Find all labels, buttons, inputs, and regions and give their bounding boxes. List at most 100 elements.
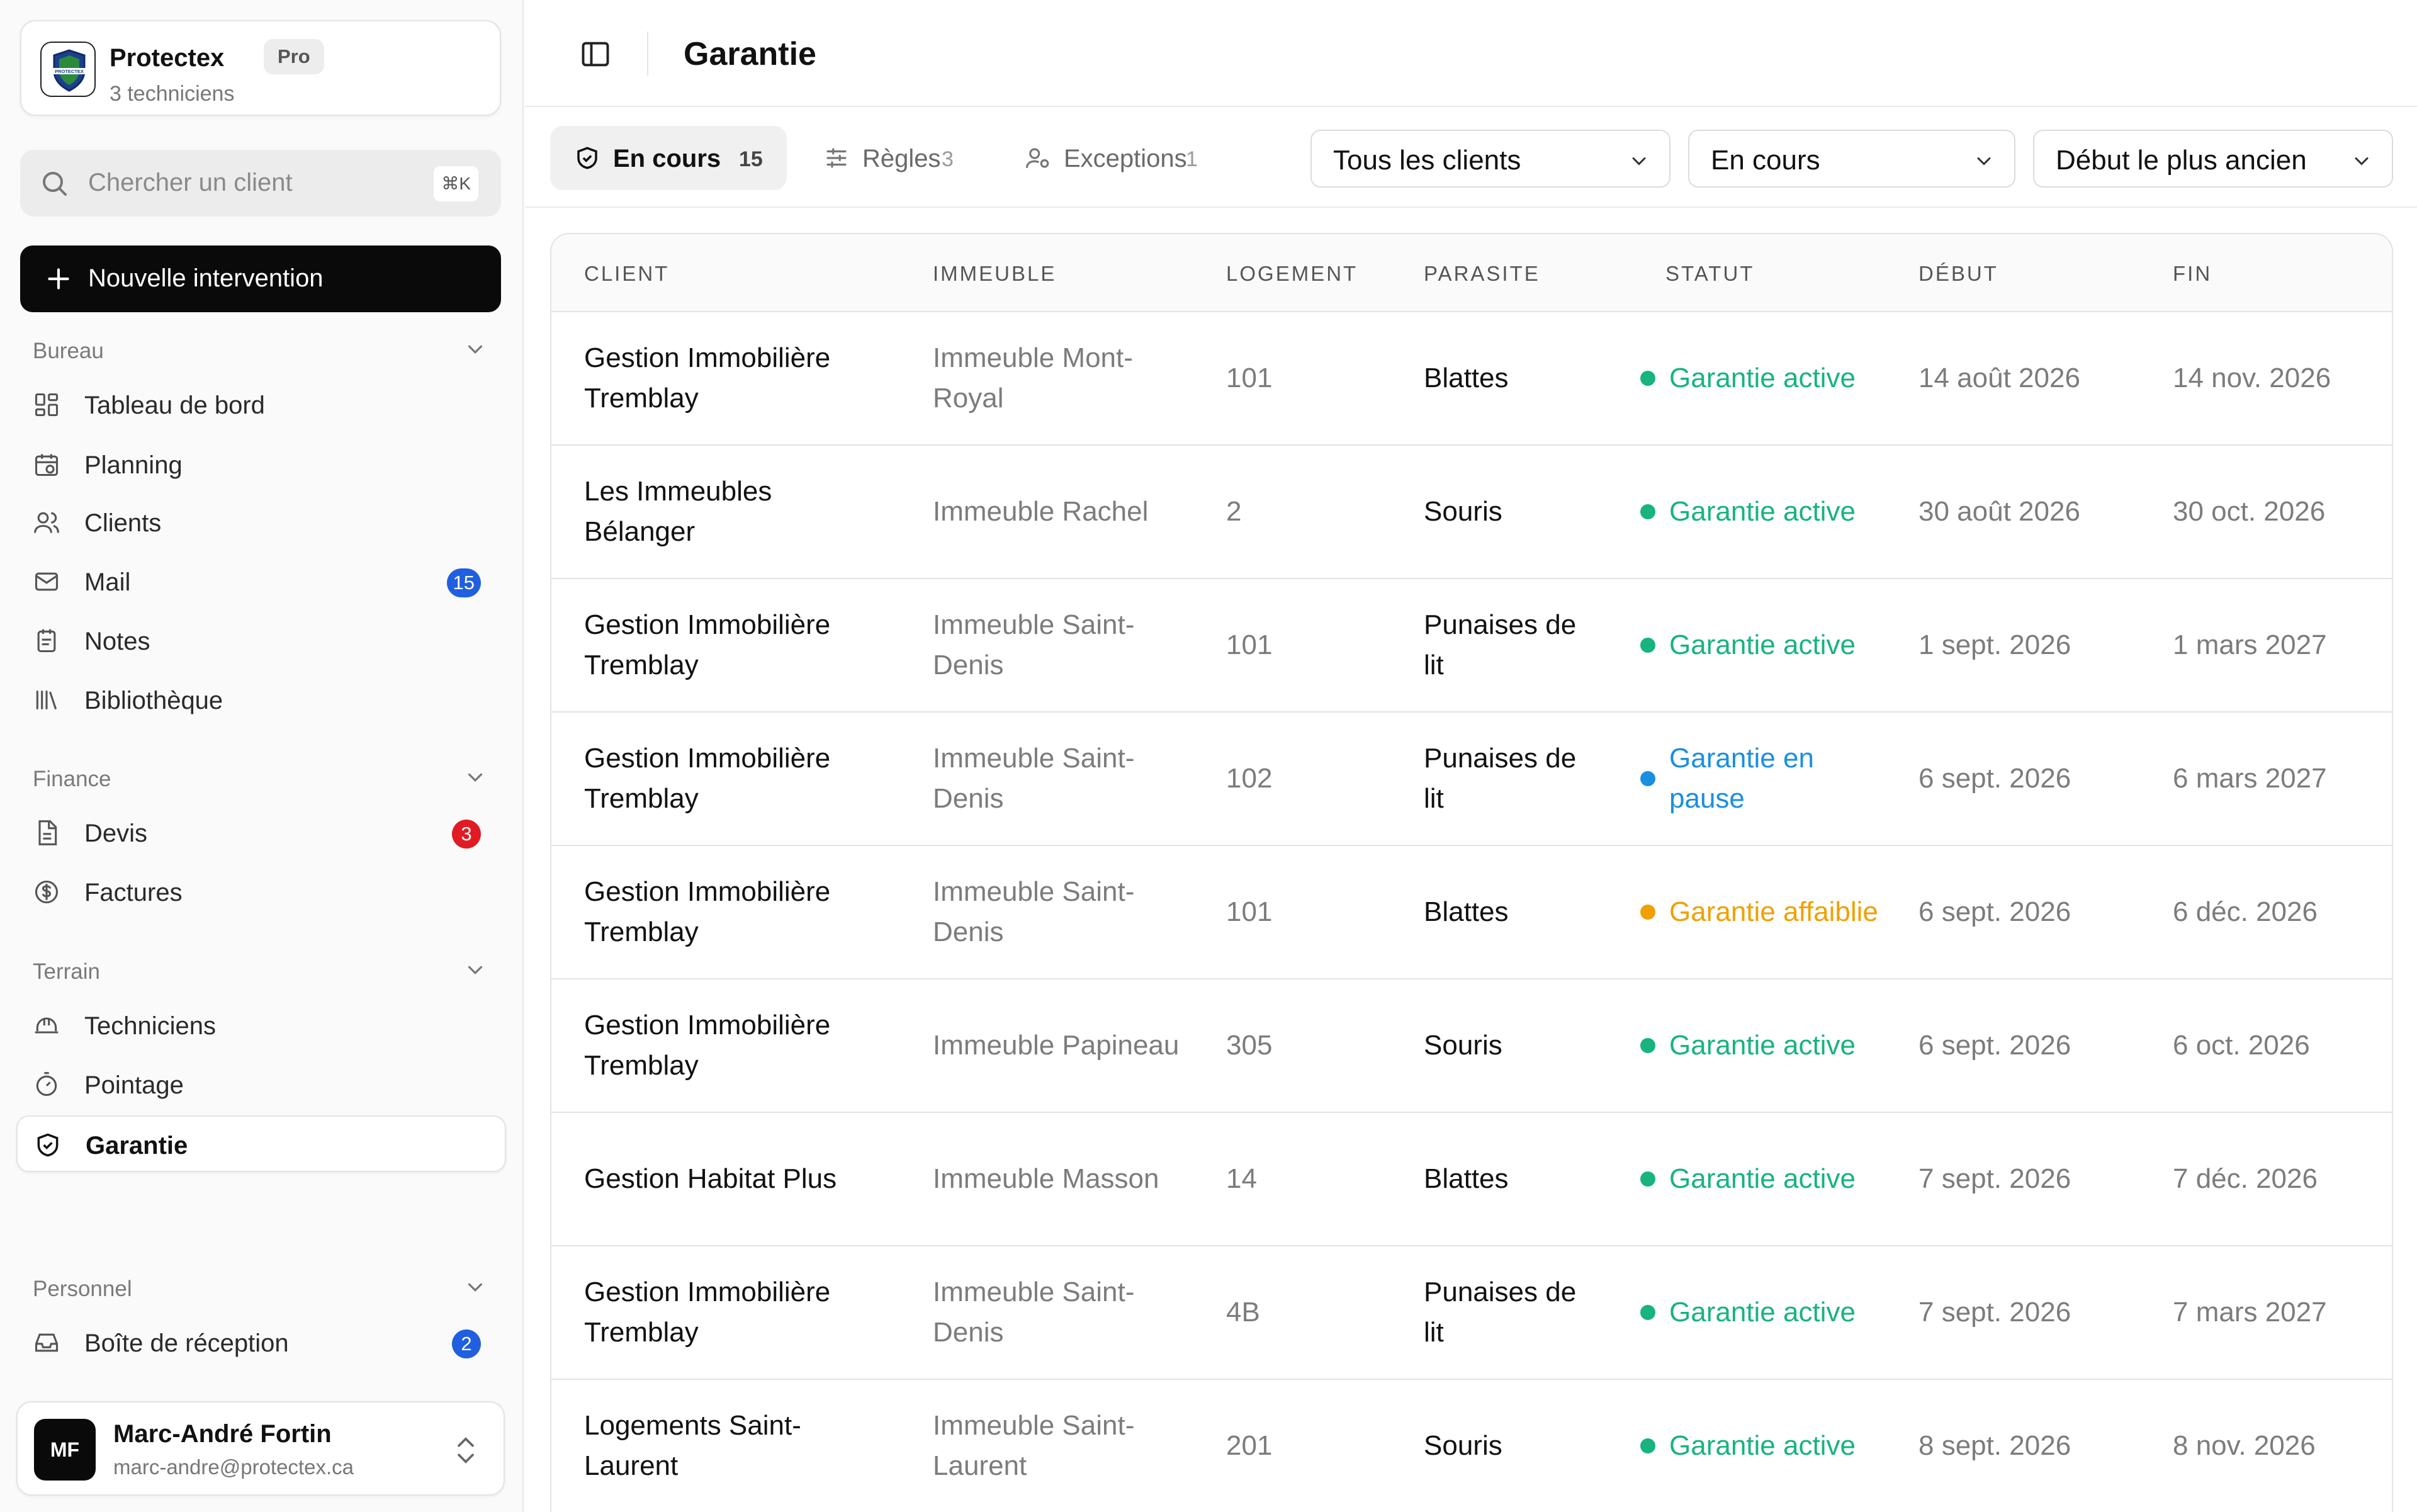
chevron-down-icon[interactable]: [463, 1275, 487, 1302]
client-cell: Logements Saint-Laurent: [584, 1380, 886, 1512]
client-cell-text: Les Immeubles Bélanger: [584, 476, 772, 547]
column-header[interactable]: LOGEMENT: [1226, 262, 1358, 286]
client-cell-text: Gestion Immobilière Tremblay: [584, 342, 831, 414]
sidebar-item-label: Mail: [84, 568, 131, 596]
chevron-down-icon: [1973, 150, 1995, 176]
building-cell-text: Immeuble Saint-Denis: [933, 1277, 1135, 1348]
sidebar-item-label: Factures: [84, 879, 183, 906]
sidebar-item-mail[interactable]: Mail 15: [16, 553, 506, 610]
table-row[interactable]: Gestion Immobilière Tremblay Immeuble Sai…: [551, 579, 2392, 713]
org-subtitle: 3 techniciens: [110, 82, 235, 106]
table-row[interactable]: Gestion Immobilière Tremblay Immeuble Sai…: [551, 713, 2392, 846]
table-row[interactable]: Gestion Immobilière Tremblay Immeuble Mon…: [551, 312, 2392, 446]
sidebar-item-clients[interactable]: Clients: [16, 494, 506, 551]
pest-cell: Blattes: [1424, 846, 1587, 978]
tab-exceptions[interactable]: Exceptions 1: [1001, 126, 1215, 190]
building-cell-text: Immeuble Mont-Royal: [933, 342, 1133, 414]
end-date-cell-text: 6 oct. 2026: [2173, 1030, 2310, 1061]
sidebar-item-notes[interactable]: Notes: [16, 612, 506, 669]
building-cell-text: Immeuble Masson: [933, 1163, 1159, 1194]
tab-count: 3: [942, 147, 954, 171]
user-settings-icon: [1025, 145, 1051, 174]
mail-count-badge: 15: [446, 568, 481, 597]
unit-cell: 14: [1226, 1113, 1352, 1245]
unit-cell: 201: [1226, 1380, 1352, 1512]
status-cell: Garantie active: [1640, 1113, 1879, 1245]
pest-cell: Blattes: [1424, 312, 1587, 444]
pest-cell: Souris: [1424, 979, 1587, 1112]
table-row[interactable]: Gestion Immobilière Tremblay Immeuble Sai…: [551, 1246, 2392, 1380]
client-search[interactable]: ⌘K: [20, 150, 501, 217]
column-header[interactable]: DÉBUT: [1918, 262, 1998, 286]
sidebar-item-planning[interactable]: Planning: [16, 436, 506, 493]
start-date-cell: 1 sept. 2026: [1918, 579, 2145, 711]
dollar-circle-icon: [33, 878, 60, 906]
sidebar-toggle-icon[interactable]: [579, 38, 612, 74]
sidebar-item-invoices[interactable]: Factures: [16, 864, 506, 920]
status-dot: [1640, 371, 1655, 386]
column-header[interactable]: PARASITE: [1424, 262, 1540, 286]
status-text: Garantie active: [1669, 1430, 1856, 1461]
sidebar-item-library[interactable]: Bibliothèque: [16, 672, 506, 728]
column-header[interactable]: STATUT: [1665, 262, 1754, 286]
status-text: Garantie active: [1669, 1030, 1856, 1061]
sort-select[interactable]: Début le plus ancien: [2033, 130, 2393, 188]
pest-cell-text: Souris: [1424, 1430, 1502, 1461]
table-row[interactable]: Logements Saint-Laurent Immeuble Saint-La…: [551, 1380, 2392, 1512]
unit-cell: 2: [1226, 446, 1352, 578]
unit-cell-text: 101: [1226, 896, 1273, 927]
table-row[interactable]: Les Immeubles Bélanger Immeuble Rachel 2 So…: [551, 446, 2392, 579]
chevron-down-icon[interactable]: [463, 337, 487, 364]
start-date-cell-text: 6 sept. 2026: [1918, 896, 2071, 927]
chevron-down-icon[interactable]: [463, 765, 487, 793]
table-header: CLIENT IMMEUBLE LOGEMENT PARASITE STATUT…: [551, 234, 2392, 312]
unit-cell-text: 101: [1226, 363, 1273, 393]
tab-bar: En cours 15 Règles 3 Exceptions 1 Tous l…: [525, 107, 2417, 208]
unit-cell-text: 201: [1226, 1430, 1273, 1461]
main-content: Garantie En cours 15 Règles 3 Exceptions…: [525, 0, 2417, 1512]
sidebar-item-inbox[interactable]: Boîte de réception 2: [16, 1314, 506, 1371]
tab-en-cours[interactable]: En cours 15: [550, 126, 787, 190]
search-input[interactable]: [88, 164, 415, 201]
column-header[interactable]: CLIENT: [584, 262, 669, 286]
table-row[interactable]: Gestion Habitat Plus Immeuble Masson 14 Bla…: [551, 1113, 2392, 1246]
unit-cell: 101: [1226, 579, 1352, 711]
new-intervention-button[interactable]: Nouvelle intervention: [20, 245, 501, 312]
org-logo: PROTECTEX: [40, 42, 96, 97]
unit-cell-text: 2: [1226, 496, 1242, 527]
tab-label: Règles: [862, 145, 941, 172]
sidebar-item-timeclock[interactable]: Pointage: [16, 1056, 506, 1113]
building-cell-text: Immeuble Saint-Denis: [933, 743, 1135, 814]
sidebar-item-label: Bibliothèque: [84, 687, 223, 714]
start-date-cell: 8 sept. 2026: [1918, 1380, 2145, 1512]
sidebar-item-dashboard[interactable]: Tableau de bord: [16, 376, 506, 433]
chevron-down-icon[interactable]: [463, 958, 487, 985]
client-cell-text: Gestion Immobilière Tremblay: [584, 743, 831, 814]
end-date-cell: 30 oct. 2026: [2173, 446, 2387, 578]
tab-regles[interactable]: Règles 3: [799, 126, 988, 190]
end-date-cell: 1 mars 2027: [2173, 579, 2387, 711]
column-header[interactable]: FIN: [2173, 262, 2212, 286]
sidebar-item-label: Devis: [84, 820, 148, 847]
chevron-down-icon: [1628, 150, 1650, 176]
pest-cell-text: Punaises de lit: [1424, 743, 1577, 814]
user-menu[interactable]: MF Marc-André Fortin marc-andre@protecte…: [16, 1401, 505, 1496]
sidebar-item-technicians[interactable]: Techniciens: [16, 997, 506, 1054]
client-cell: Les Immeubles Bélanger: [584, 446, 886, 578]
org-switcher[interactable]: PROTECTEX Protectex Pro 3 techniciens: [20, 20, 501, 116]
sidebar-item-warranty[interactable]: Garantie: [16, 1115, 506, 1172]
status-dot: [1640, 771, 1655, 786]
new-intervention-label: Nouvelle intervention: [88, 264, 324, 292]
start-date-cell: 6 sept. 2026: [1918, 846, 2145, 978]
end-date-cell-text: 7 déc. 2026: [2173, 1163, 2318, 1194]
column-header[interactable]: IMMEUBLE: [933, 262, 1056, 286]
page-title: Garantie: [684, 36, 816, 72]
table-row[interactable]: Gestion Immobilière Tremblay Immeuble Sai…: [551, 846, 2392, 979]
unit-cell: 305: [1226, 979, 1352, 1112]
sidebar-item-quotes[interactable]: Devis 3: [16, 804, 506, 861]
sidebar-item-label: Tableau de bord: [84, 392, 265, 419]
status-filter-select[interactable]: En cours: [1688, 130, 2015, 188]
building-cell: Immeuble Rachel: [933, 446, 1185, 578]
client-filter-select[interactable]: Tous les clients: [1310, 130, 1670, 188]
table-row[interactable]: Gestion Immobilière Tremblay Immeuble Pap…: [551, 979, 2392, 1113]
